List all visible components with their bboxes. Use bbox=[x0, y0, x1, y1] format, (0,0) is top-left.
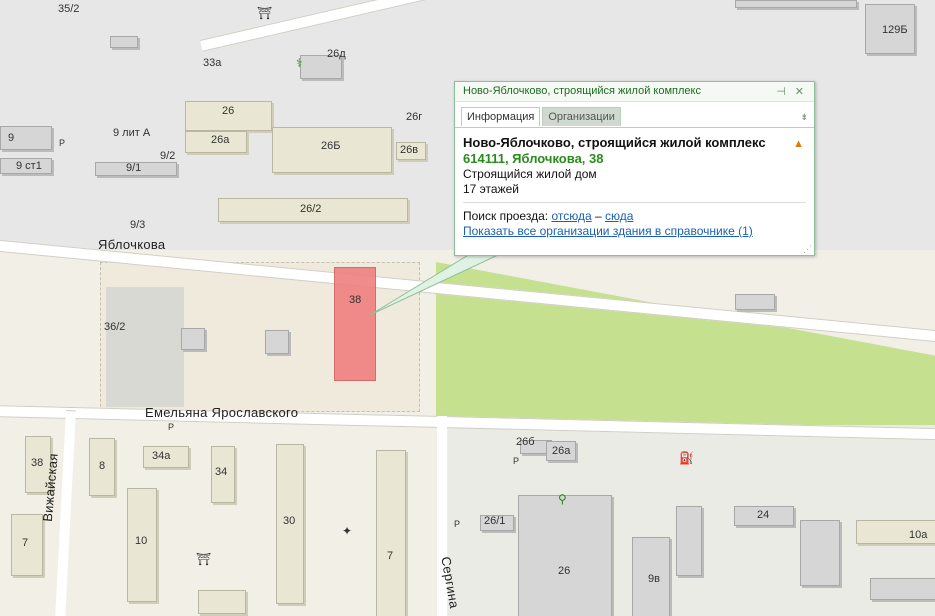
popup-tabs: Информация Организации bbox=[461, 107, 623, 127]
label-26B: 26Б bbox=[321, 140, 341, 152]
pin-icon[interactable]: ⊣ bbox=[776, 85, 786, 98]
label-26-mall: 26 bbox=[558, 565, 571, 577]
label-33a: 33а bbox=[203, 57, 222, 69]
label-34a: 34а bbox=[152, 450, 171, 462]
label-10: 10 bbox=[135, 535, 148, 547]
label-26b-south: 26б bbox=[516, 436, 535, 448]
sport-icon[interactable]: ✦ bbox=[342, 524, 352, 538]
label-24: 24 bbox=[757, 509, 770, 521]
label-36-2: 36/2 bbox=[104, 321, 126, 333]
label-26: 26 bbox=[222, 105, 235, 117]
warning-icon[interactable]: ▲ bbox=[793, 138, 804, 150]
label-26a-south: 26а bbox=[552, 445, 571, 457]
label-38-south: 38 bbox=[31, 457, 44, 469]
label-26g: 26г bbox=[406, 111, 423, 123]
popup-address: 614111, Яблочкова, 38 bbox=[463, 151, 604, 166]
collapse-icon[interactable]: ⇟ bbox=[800, 112, 808, 123]
label-9-1: 9/1 bbox=[126, 162, 142, 174]
route-dash: – bbox=[594, 209, 602, 223]
parking-label-3: P bbox=[454, 519, 461, 529]
label-34: 34 bbox=[215, 466, 228, 478]
monument-icon[interactable]: ⛩ bbox=[257, 6, 272, 20]
grey-lot bbox=[106, 287, 184, 407]
popup-floors: 17 этажей bbox=[463, 182, 519, 196]
label-7: 7 bbox=[387, 550, 394, 562]
show-orgs-row: Показать все организации здания в справо… bbox=[463, 224, 806, 238]
gas-station-icon[interactable]: ⛽ bbox=[679, 451, 694, 465]
popup-description: Строящийся жилой дом bbox=[463, 167, 597, 181]
building-east-3[interactable] bbox=[870, 578, 935, 600]
pharmacy-icon[interactable]: ⚕ bbox=[296, 56, 303, 70]
popup-pointer bbox=[369, 253, 501, 316]
close-icon[interactable]: ✕ bbox=[795, 85, 804, 98]
building-east-2[interactable] bbox=[800, 520, 840, 586]
label-26a: 26а bbox=[211, 134, 230, 146]
label-9-3: 9/3 bbox=[130, 219, 146, 231]
popup-header-title: Ново-Яблочково, строящийся жилой комплек… bbox=[463, 85, 701, 97]
street-yablochkova: Яблочкова bbox=[98, 237, 166, 252]
popup-header: Ново-Яблочково, строящийся жилой комплек… bbox=[455, 82, 814, 102]
building-south-small[interactable] bbox=[198, 590, 246, 614]
popup-divider bbox=[463, 202, 806, 203]
show-orgs-link[interactable]: Показать все организации здания в справо… bbox=[463, 224, 753, 238]
building-north-1[interactable] bbox=[110, 36, 138, 48]
building-7[interactable] bbox=[376, 450, 406, 616]
route-row: Поиск проезда: отсюда – сюда bbox=[463, 209, 806, 223]
building-north-2[interactable] bbox=[735, 0, 857, 8]
label-9: 9 bbox=[8, 132, 15, 144]
parking-label-1: P bbox=[59, 138, 66, 148]
tab-organizations[interactable]: Организации bbox=[542, 107, 621, 126]
label-26-2: 26/2 bbox=[300, 203, 322, 215]
building-small-mid[interactable] bbox=[265, 330, 289, 354]
label-9-lit-a: 9 лит А bbox=[113, 127, 151, 139]
building-east-1[interactable] bbox=[676, 506, 702, 576]
street-emelyana: Емельяна Ярославского bbox=[145, 405, 299, 420]
map-canvas[interactable]: 35/2 33а 26д 129Б 26 26г 9 9 лит А 26а 2… bbox=[0, 0, 935, 616]
popup-title: Ново-Яблочково, строящийся жилой комплек… bbox=[463, 135, 766, 150]
label-26v: 26в bbox=[400, 144, 419, 156]
label-7-west: 7 bbox=[22, 537, 29, 549]
tab-information[interactable]: Информация bbox=[461, 107, 541, 126]
label-26d: 26д bbox=[327, 48, 346, 60]
popup-body: ▲ Ново-Яблочково, строящийся жилой компл… bbox=[455, 127, 814, 245]
label-30: 30 bbox=[283, 515, 296, 527]
label-26-1: 26/1 bbox=[484, 515, 506, 527]
monument-icon-south[interactable]: ⛩ bbox=[196, 552, 211, 566]
label-8: 8 bbox=[99, 460, 106, 472]
road-vizhayskaya bbox=[54, 410, 76, 616]
label-9v: 9в bbox=[648, 573, 660, 585]
label-35-2: 35/2 bbox=[58, 3, 80, 15]
building-26-mall[interactable] bbox=[518, 495, 612, 616]
route-label: Поиск проезда: bbox=[463, 209, 549, 223]
building-small-east[interactable] bbox=[735, 294, 775, 310]
building-36-2-annex[interactable] bbox=[181, 328, 205, 350]
shop-icon[interactable]: ⚲ bbox=[558, 492, 567, 506]
route-from-link[interactable]: отсюда bbox=[551, 209, 591, 223]
label-9-2: 9/2 bbox=[160, 150, 176, 162]
building-info-popup[interactable]: Ново-Яблочково, строящийся жилой комплек… bbox=[454, 81, 815, 256]
resize-handle[interactable]: ⋰ bbox=[803, 244, 812, 255]
parking-label-2: P bbox=[168, 422, 175, 432]
label-9-st1: 9 ст1 bbox=[16, 160, 42, 172]
label-10a: 10а bbox=[909, 529, 928, 541]
parking-label-4: P bbox=[513, 456, 520, 466]
route-to-link[interactable]: сюда bbox=[605, 209, 633, 223]
label-129b: 129Б bbox=[882, 24, 908, 36]
